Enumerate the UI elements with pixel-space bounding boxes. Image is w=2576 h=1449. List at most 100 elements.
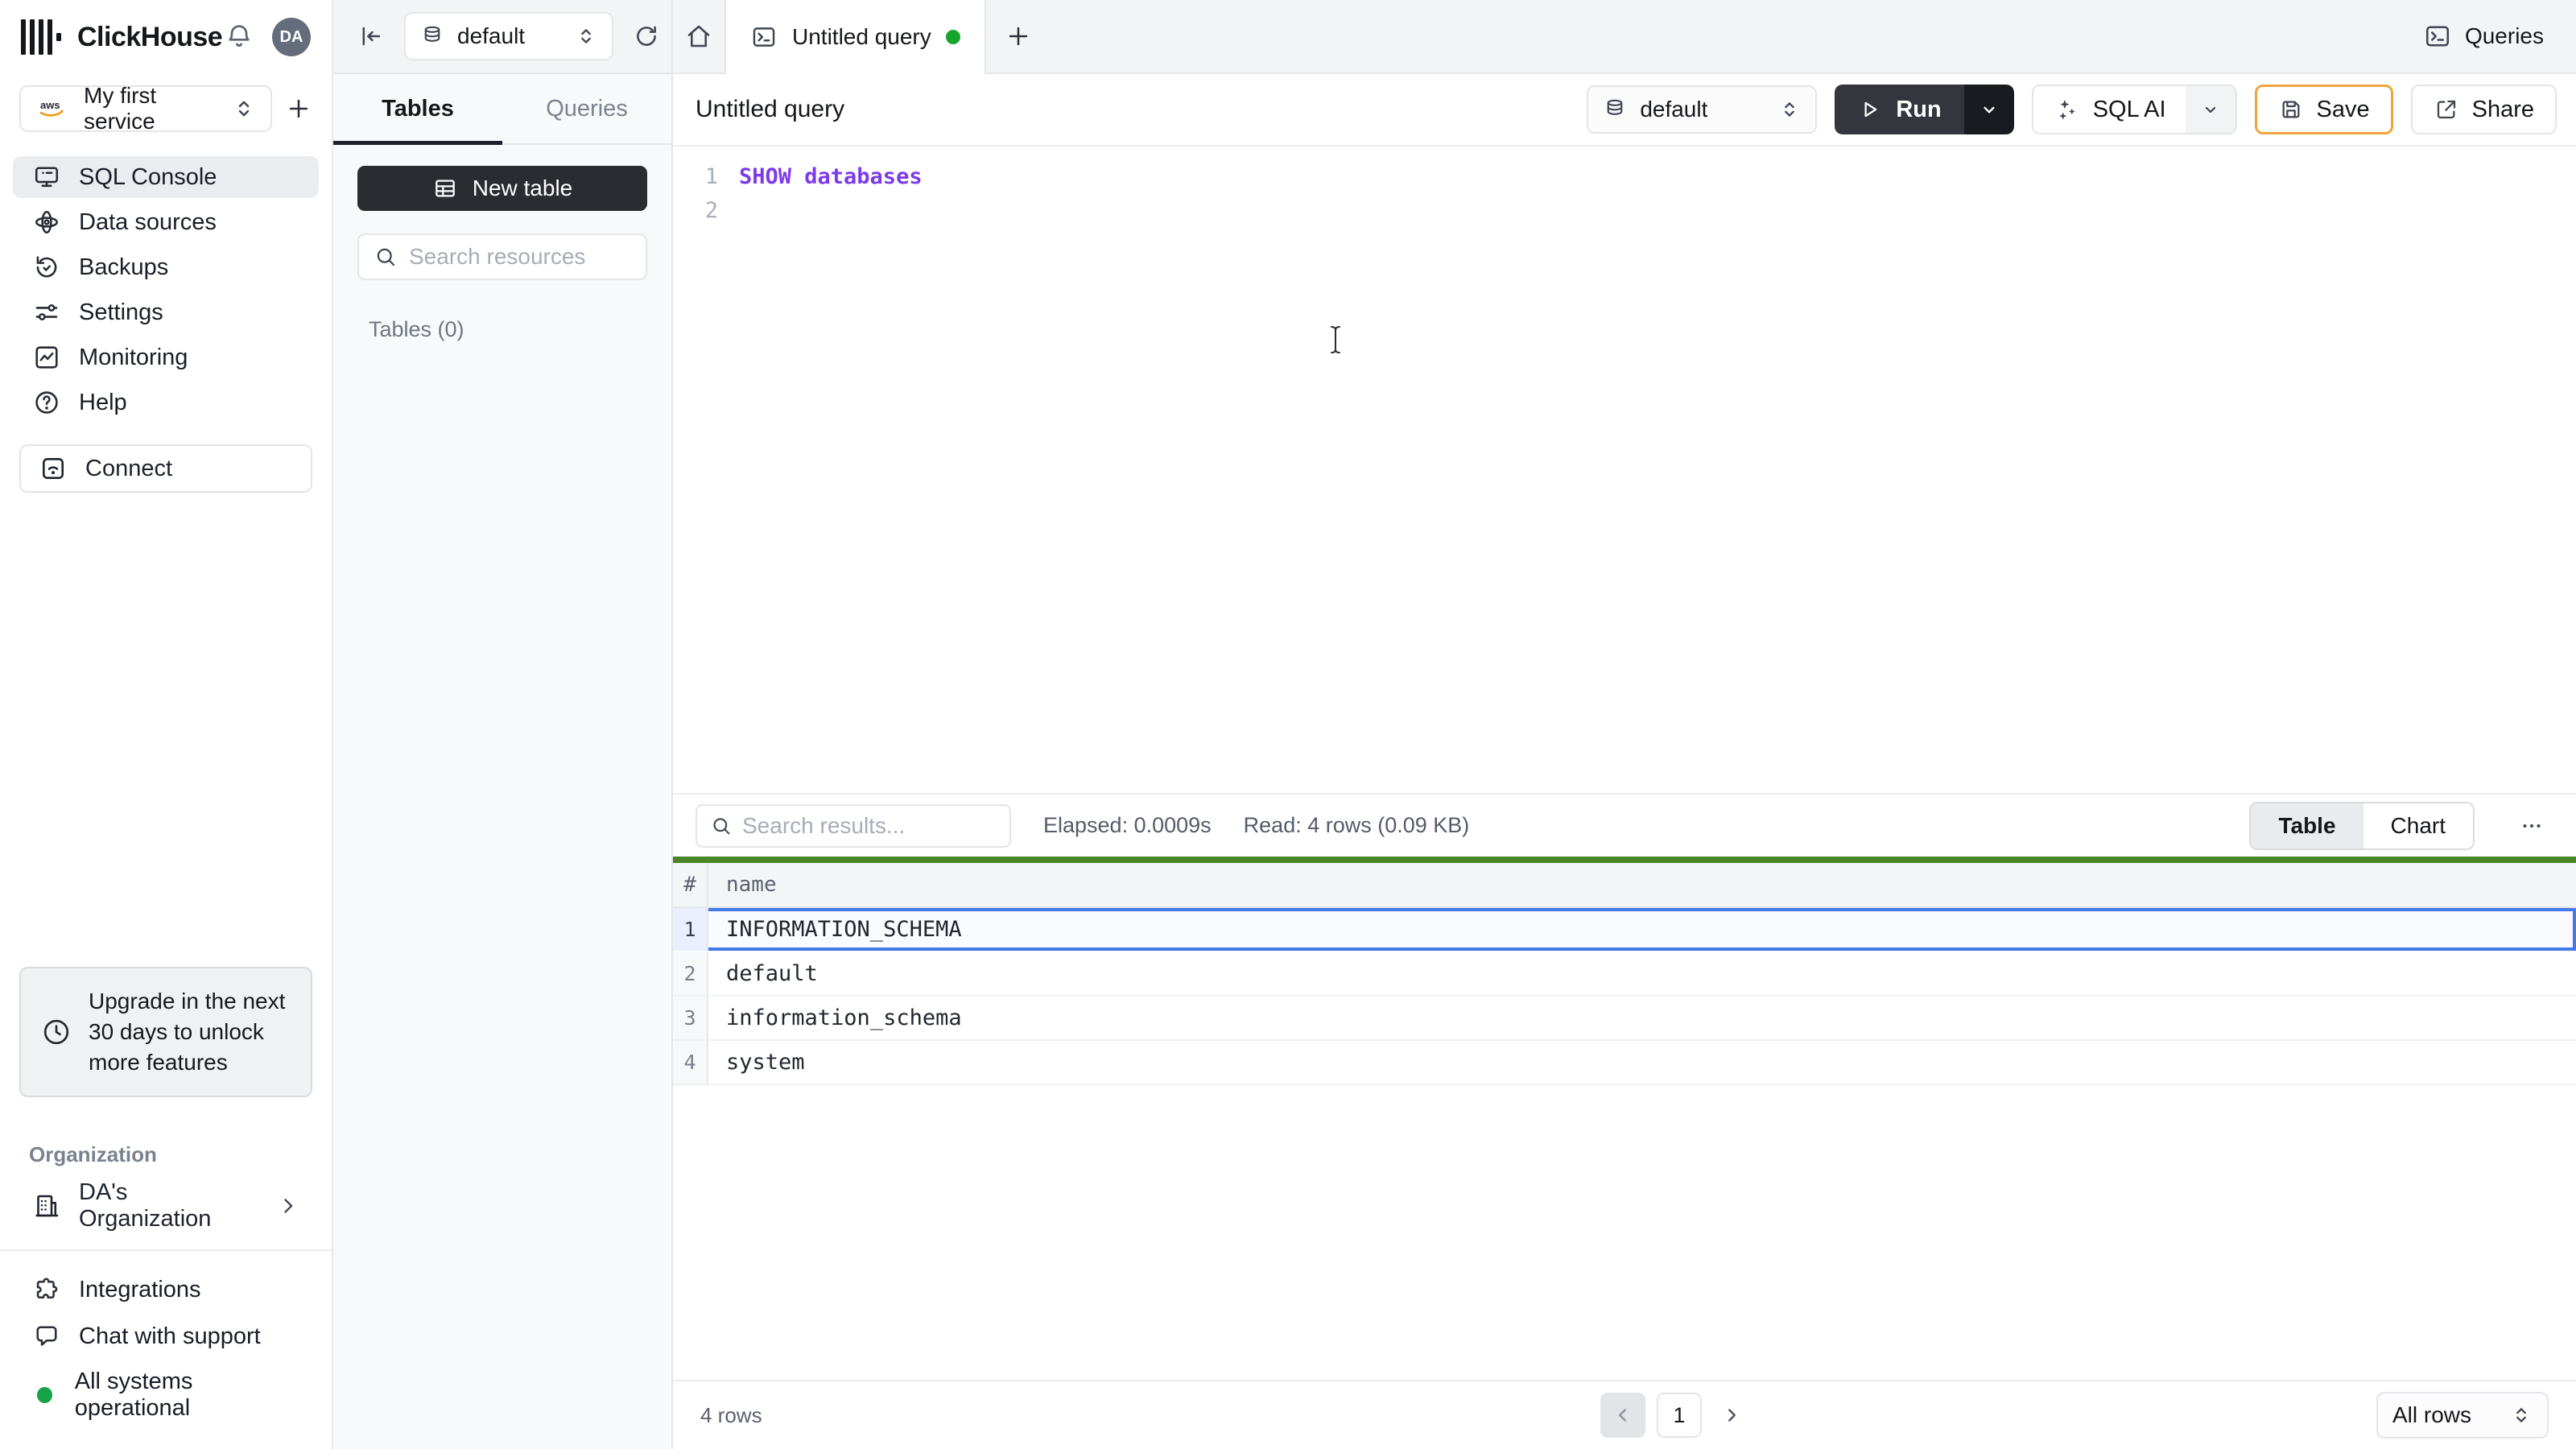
sidebar-item-monitoring[interactable]: Monitoring: [13, 336, 319, 378]
code-line: 1 SHOW databases: [673, 159, 2576, 193]
search-icon: [374, 245, 398, 269]
service-name: My first service: [84, 83, 157, 134]
line-number: 1: [704, 163, 718, 189]
row-number: 2: [673, 952, 708, 995]
next-page-button[interactable]: [1713, 1393, 1750, 1438]
upgrade-notice[interactable]: Upgrade in the next 30 days to unlock mo…: [19, 967, 312, 1097]
row-number: 4: [673, 1041, 708, 1084]
page-number[interactable]: 1: [1657, 1393, 1702, 1438]
run-options-button[interactable]: [1963, 85, 2014, 134]
search-icon: [710, 815, 733, 837]
add-service-button[interactable]: [285, 95, 312, 122]
cell-name[interactable]: default: [708, 952, 2576, 995]
new-table-button[interactable]: New table: [357, 166, 647, 211]
chart-square-icon: [32, 343, 61, 372]
chevron-right-icon: [277, 1195, 299, 1217]
table-row[interactable]: 2 default: [673, 952, 2576, 997]
results-search-box: [696, 803, 1011, 848]
sidebar-item-label: Backups: [79, 254, 169, 280]
connect-label: Connect: [85, 455, 173, 481]
resource-search-input[interactable]: [409, 244, 631, 270]
table-row[interactable]: 3 information_schema: [673, 997, 2576, 1041]
run-label: Run: [1896, 96, 1942, 122]
database-selector-top[interactable]: default: [404, 12, 613, 60]
history-icon: [32, 253, 61, 282]
column-header-index[interactable]: #: [673, 863, 708, 906]
prev-page-button[interactable]: [1600, 1393, 1645, 1438]
tab-queries[interactable]: Queries: [502, 74, 671, 143]
table-row[interactable]: 4 system: [673, 1041, 2576, 1085]
database-icon: [1603, 97, 1627, 122]
query-title[interactable]: Untitled query: [696, 96, 1569, 123]
sql-ai-button[interactable]: SQL AI: [2033, 86, 2186, 133]
view-toggle: Table Chart: [2249, 801, 2475, 850]
pagination: 1: [974, 1393, 2376, 1438]
organization-selector[interactable]: DA's Organization: [19, 1179, 312, 1232]
view-table-button[interactable]: Table: [2251, 803, 2363, 848]
table-row[interactable]: 1 INFORMATION_SCHEMA: [673, 908, 2576, 952]
cell-name[interactable]: INFORMATION_SCHEMA: [708, 908, 2576, 951]
sidebar-item-backups[interactable]: Backups: [13, 246, 319, 288]
resource-search-box: [357, 233, 647, 280]
main-panel: Untitled query default Run SQL AI Save S…: [673, 74, 2576, 1449]
svg-text:aws: aws: [40, 99, 60, 111]
sql-ai-options-button[interactable]: [2185, 86, 2235, 133]
tab-untitled-query[interactable]: Untitled query: [724, 0, 986, 74]
database-selector-value: default: [1640, 97, 1708, 122]
refresh-icon[interactable]: [633, 23, 660, 50]
sidebar-item-label: Monitoring: [79, 344, 188, 370]
read-stats: Read: 4 rows (0.09 KB): [1243, 813, 1470, 837]
collapse-panel-icon[interactable]: [357, 23, 385, 50]
cell-name[interactable]: information_schema: [708, 997, 2576, 1039]
user-avatar[interactable]: DA: [272, 18, 311, 56]
tab-tables[interactable]: Tables: [333, 74, 502, 145]
table-grid-icon: [432, 175, 458, 201]
page-size-value: All rows: [2392, 1402, 2472, 1427]
code-line: 2: [673, 193, 2576, 227]
connect-button[interactable]: Connect: [19, 444, 312, 493]
system-status[interactable]: All systems operational: [32, 1368, 299, 1422]
page-size-selector[interactable]: All rows: [2376, 1392, 2549, 1439]
sql-ai-label: SQL AI: [2092, 96, 2166, 122]
query-success-bar: [673, 857, 2576, 863]
new-table-label: New table: [472, 175, 573, 200]
clickhouse-logo-icon: [21, 19, 61, 55]
sidebar-item-sql-console[interactable]: SQL Console: [13, 156, 319, 198]
clock-icon: [40, 1016, 72, 1048]
atom-icon: [32, 208, 61, 237]
view-chart-button[interactable]: Chart: [2363, 803, 2473, 848]
topbar-left: default: [333, 0, 673, 72]
sql-editor[interactable]: 1 SHOW databases 2: [673, 147, 2576, 793]
sidebar-footer: Integrations Chat with support All syste…: [0, 1251, 332, 1449]
service-row: aws My first service: [0, 74, 332, 134]
organization-section-label: Organization: [29, 1142, 157, 1166]
home-tab-button[interactable]: [673, 0, 724, 72]
integrations-link[interactable]: Integrations: [32, 1275, 299, 1304]
results-search-input[interactable]: [742, 812, 997, 839]
tables-count-label: Tables (0): [369, 317, 464, 341]
column-header-name[interactable]: name: [708, 863, 2576, 906]
save-button[interactable]: Save: [2254, 85, 2393, 134]
chat-support-link[interactable]: Chat with support: [32, 1322, 299, 1351]
text-cursor-icon: [1327, 324, 1344, 356]
terminal-icon: [750, 23, 778, 51]
sidebar-item-settings[interactable]: Settings: [13, 291, 319, 333]
sidebar: ClickHouse DA aws My first service SQL C…: [0, 0, 333, 1449]
sidebar-item-help[interactable]: Help: [13, 382, 319, 423]
sql-ai-button-group: SQL AI: [2031, 85, 2237, 134]
row-number: 1: [673, 908, 708, 951]
service-selector[interactable]: aws My first service: [19, 83, 272, 134]
brand-name: ClickHouse: [77, 21, 223, 52]
run-button[interactable]: Run: [1835, 85, 1964, 134]
share-button[interactable]: Share: [2410, 85, 2557, 134]
notifications-bell-icon[interactable]: [224, 22, 254, 52]
sidebar-item-label: Help: [79, 389, 127, 415]
more-options-icon[interactable]: [2507, 812, 2557, 840]
new-tab-button[interactable]: [986, 0, 1051, 72]
queries-button[interactable]: Queries: [2391, 0, 2576, 72]
database-selector-toolbar[interactable]: default: [1587, 85, 1818, 134]
query-toolbar: Untitled query default Run SQL AI Save S…: [673, 74, 2576, 147]
play-icon: [1857, 97, 1881, 122]
sidebar-item-data-sources[interactable]: Data sources: [13, 201, 319, 243]
cell-name[interactable]: system: [708, 1041, 2576, 1084]
